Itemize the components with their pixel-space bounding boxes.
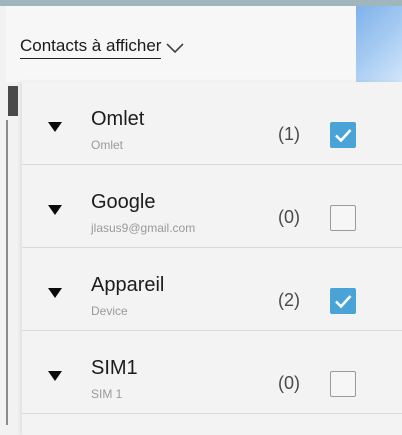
account-row-omlet[interactable]: Omlet Omlet (1) (22, 82, 402, 165)
account-contact-count: (0) (278, 373, 300, 393)
account-name: Appareil (91, 274, 165, 296)
checkmark-icon (335, 129, 352, 143)
accounts-dropdown-panel: Omlet Omlet (1) Google jlasus9@gmail.com… (22, 82, 402, 435)
account-row-appareil[interactable]: Appareil Device (2) (22, 248, 402, 331)
checkmark-icon (335, 295, 352, 309)
background-divider (6, 120, 8, 425)
account-row-google[interactable]: Google jlasus9@gmail.com (0) (22, 165, 402, 248)
expand-triangle-icon[interactable] (48, 122, 62, 132)
account-detail: SIM 1 (91, 387, 123, 401)
account-name: Google (91, 191, 156, 213)
expand-triangle-icon[interactable] (48, 205, 62, 215)
chevron-down-icon (165, 41, 185, 55)
account-contact-count: (2) (278, 290, 300, 310)
background-tab-edge (8, 86, 18, 116)
contacts-filter-dropdown[interactable]: Contacts à afficher (20, 36, 185, 59)
expand-triangle-icon[interactable] (48, 371, 62, 381)
account-checkbox[interactable] (330, 122, 356, 148)
account-checkbox[interactable] (330, 288, 356, 314)
account-checkbox[interactable] (330, 205, 356, 231)
account-contact-count: (1) (278, 124, 300, 144)
account-detail: jlasus9@gmail.com (91, 221, 196, 235)
account-row-sim1[interactable]: SIM1 SIM 1 (0) (22, 331, 402, 414)
account-detail: Omlet (91, 138, 124, 152)
account-contact-count: (0) (278, 207, 300, 227)
header-accent (356, 6, 402, 82)
account-detail: Device (91, 304, 128, 318)
account-checkbox[interactable] (330, 371, 356, 397)
account-name: SIM1 (91, 357, 138, 379)
expand-triangle-icon[interactable] (48, 288, 62, 298)
account-name: Omlet (91, 108, 145, 130)
contacts-filter-label: Contacts à afficher (20, 36, 162, 59)
